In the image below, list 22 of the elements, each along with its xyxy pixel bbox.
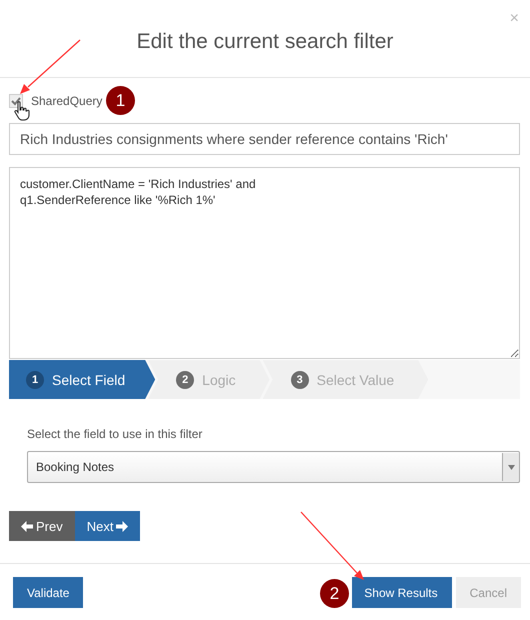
wizard-step[interactable]: 1 Select Field [9,360,156,399]
field-dropdown[interactable]: Booking Notes [27,451,520,483]
callout-badge: 2 [320,579,349,608]
query-field[interactable]: customer.ClientName = 'Rich Industries' and q1.SenderReference like '%Rich 1%' [9,167,520,359]
prev-button[interactable]: Prev [9,511,75,541]
arrow-right-icon [116,520,128,532]
hand-cursor-icon [14,101,30,121]
wizard-step[interactable]: 2 Logic [148,360,270,399]
checkbox[interactable] [9,94,23,108]
checkbox-label: SharedQuery [31,94,102,108]
dropdown-caret-icon [508,464,514,470]
annotation-arrow [20,40,80,94]
annotation-arrow [300,512,364,580]
show-results-button[interactable]: Show Results [352,577,452,608]
next-button[interactable]: Next [74,511,140,541]
validate-button[interactable]: Validate [13,577,84,608]
callout-badge: 1 [106,86,135,115]
field-prompt: Select the field to use in this filter [27,427,204,441]
filter-name-field[interactable]: Rich Industries consignments where sender reference contains 'Rich' [9,123,520,155]
arrow-left-icon [21,520,33,532]
wizard-step[interactable]: 3 Select Value [262,360,428,399]
dialog-title: Edit the current search filter [136,30,394,54]
